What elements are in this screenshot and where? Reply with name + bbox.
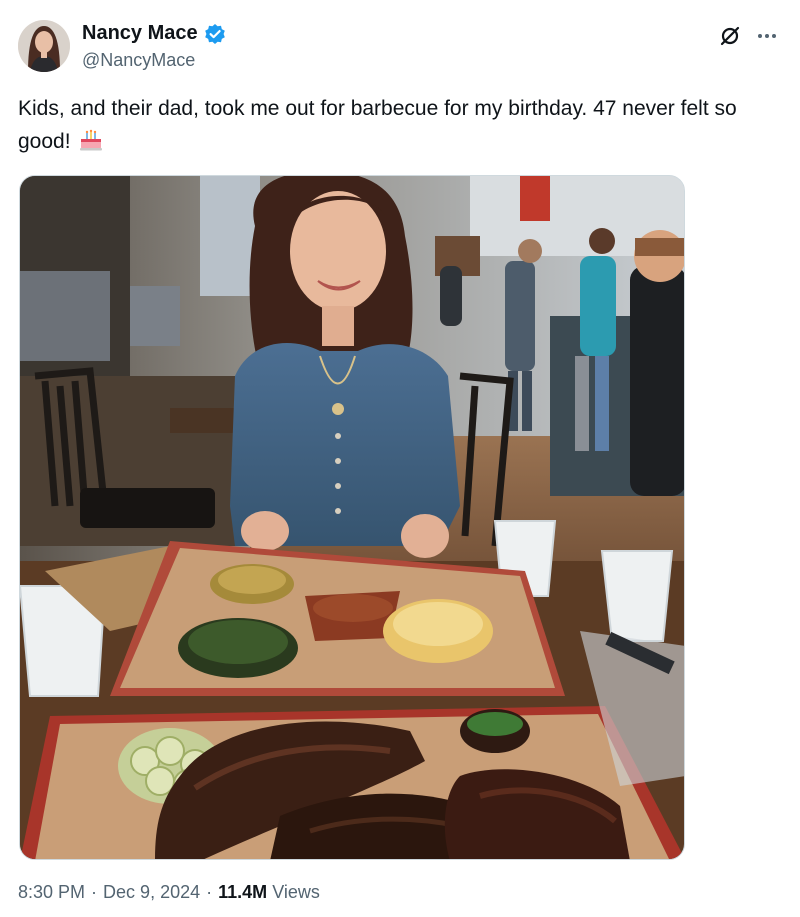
grok-icon[interactable] xyxy=(718,24,742,48)
meta-separator: · xyxy=(91,882,98,902)
avatar[interactable] xyxy=(18,20,70,72)
birthday-cake-emoji-icon xyxy=(78,128,104,151)
tweet-photo[interactable] xyxy=(19,175,685,860)
tweet-date[interactable]: Dec 9, 2024 xyxy=(103,882,200,902)
verified-badge-icon xyxy=(204,23,226,45)
views-count[interactable]: 11.4M xyxy=(218,882,267,902)
display-name[interactable]: Nancy Mace xyxy=(82,22,198,45)
tweet-text: Kids, and their dad, took me out for bar… xyxy=(18,92,778,158)
tweet-meta: 8:30 PM · Dec 9, 2024 · 11.4M Views xyxy=(18,882,320,903)
views-label: Views xyxy=(272,882,320,902)
tweet-body: Kids, and their dad, took me out for bar… xyxy=(18,97,737,153)
tweet-time[interactable]: 8:30 PM xyxy=(18,882,85,902)
handle[interactable]: @NancyMace xyxy=(82,50,195,71)
more-options-icon[interactable] xyxy=(754,24,780,48)
tweet-header: Nancy Mace @NancyMace xyxy=(18,18,784,78)
name-row: Nancy Mace xyxy=(82,22,226,45)
meta-separator: · xyxy=(206,882,213,902)
